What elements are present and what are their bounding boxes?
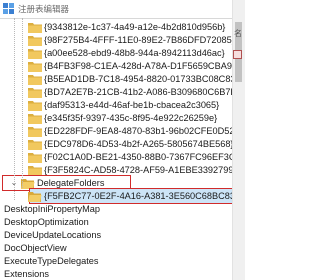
registry-key-tree[interactable]: {9343812e-1c37-4a49-a12e-4b2d810d956b} {9… bbox=[0, 18, 232, 280]
values-column-header: 名 bbox=[234, 29, 242, 38]
regedit-app-icon bbox=[3, 3, 14, 14]
title-bar: 注册表编辑器 bbox=[0, 0, 232, 19]
tree-guide-line bbox=[14, 18, 15, 200]
tree-guide-line bbox=[22, 18, 23, 188]
values-panel-edge: 名 bbox=[233, 20, 244, 280]
window-title: 注册表编辑器 bbox=[18, 4, 70, 14]
tree-row-label: Extensions bbox=[4, 269, 49, 279]
tree-row[interactable]: Extensions bbox=[0, 266, 232, 280]
registry-editor-window: 注册表编辑器 {9343812e-1c37-4a49-a12e-4b2d810d… bbox=[0, 0, 245, 280]
string-value-icon bbox=[233, 50, 242, 59]
